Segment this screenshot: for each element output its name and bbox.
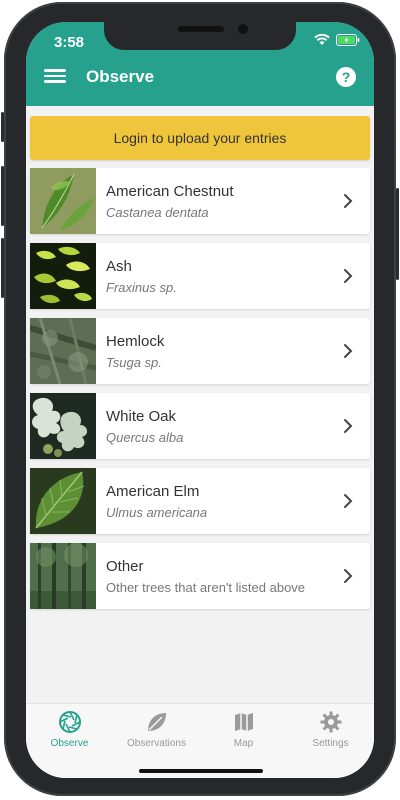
chestnut-leaf-photo xyxy=(30,168,96,234)
login-banner[interactable]: Login to upload your entries xyxy=(30,116,370,160)
species-name: American Elm xyxy=(106,482,200,500)
chevron-right-icon xyxy=(338,568,358,584)
species-row-white-oak[interactable]: White Oak Quercus alba xyxy=(30,393,370,459)
tab-label: Observations xyxy=(127,738,186,749)
forest-photo xyxy=(30,543,96,609)
oak-leaf-photo xyxy=(30,393,96,459)
tab-map[interactable]: Map xyxy=(200,704,287,778)
tab-label: Observe xyxy=(50,738,89,749)
species-name: Hemlock xyxy=(106,332,165,350)
login-banner-text: Login to upload your entries xyxy=(113,130,287,146)
power-button xyxy=(396,188,399,280)
mute-switch xyxy=(1,112,4,142)
app-header: 3:58 Observe ? xyxy=(26,22,374,106)
chevron-right-icon xyxy=(338,493,358,509)
species-name: Other xyxy=(106,557,144,575)
aperture-icon xyxy=(58,711,81,733)
bottom-tab-bar: Observe Observations Map Settings xyxy=(26,703,374,778)
hemlock-photo xyxy=(30,318,96,384)
tab-label: Settings xyxy=(312,738,349,749)
species-row-ash[interactable]: Ash Fraxinus sp. xyxy=(30,243,370,309)
home-indicator[interactable] xyxy=(139,769,263,773)
chevron-right-icon xyxy=(338,268,358,284)
species-name: White Oak xyxy=(106,407,177,425)
app-screen: 3:58 Observe ? Login to upload your entr… xyxy=(26,22,374,778)
species-scientific-name: Quercus alba xyxy=(106,429,184,445)
species-description: Other trees that aren't listed above xyxy=(106,579,306,595)
menu-bar-icon xyxy=(44,80,66,83)
species-scientific-name: Castanea dentata xyxy=(106,204,209,220)
tab-label: Map xyxy=(233,738,254,749)
species-row-american-elm[interactable]: American Elm Ulmus americana xyxy=(30,468,370,534)
volume-down-button xyxy=(1,238,4,298)
gear-icon xyxy=(320,711,341,733)
chevron-right-icon xyxy=(338,343,358,359)
tab-observe[interactable]: Observe xyxy=(26,704,113,778)
ash-leaf-photo xyxy=(30,243,96,309)
species-list: American Chestnut Castanea dentata Ash F… xyxy=(30,168,370,618)
chevron-right-icon xyxy=(338,418,358,434)
species-name: Ash xyxy=(106,257,132,275)
device-notch xyxy=(104,22,296,50)
volume-up-button xyxy=(1,166,4,226)
species-row-hemlock[interactable]: Hemlock Tsuga sp. xyxy=(30,318,370,384)
tab-settings[interactable]: Settings xyxy=(287,704,374,778)
species-scientific-name: Tsuga sp. xyxy=(106,354,162,370)
species-row-american-chestnut[interactable]: American Chestnut Castanea dentata xyxy=(30,168,370,234)
species-scientific-name: Fraxinus sp. xyxy=(106,279,177,295)
elm-leaf-photo xyxy=(30,468,96,534)
menu-bar-icon xyxy=(44,69,66,72)
tab-observations[interactable]: Observations xyxy=(113,704,200,778)
status-icons xyxy=(314,34,360,46)
status-time: 3:58 xyxy=(54,34,85,51)
menu-bar-icon xyxy=(44,74,66,77)
chevron-right-icon xyxy=(338,193,358,209)
leaf-icon xyxy=(147,713,166,731)
map-icon xyxy=(234,713,253,731)
question-mark-icon: ? xyxy=(341,69,351,85)
speaker-grille xyxy=(178,26,224,32)
hamburger-menu-button[interactable] xyxy=(44,66,66,86)
species-name: American Chestnut xyxy=(106,182,234,200)
help-button[interactable]: ? xyxy=(336,67,356,87)
species-row-other[interactable]: Other Other trees that aren't listed abo… xyxy=(30,543,370,609)
front-camera xyxy=(238,24,248,34)
battery-charging-icon xyxy=(336,34,360,46)
species-scientific-name: Ulmus americana xyxy=(106,504,208,520)
page-title: Observe xyxy=(86,67,155,86)
wifi-icon xyxy=(314,34,330,45)
